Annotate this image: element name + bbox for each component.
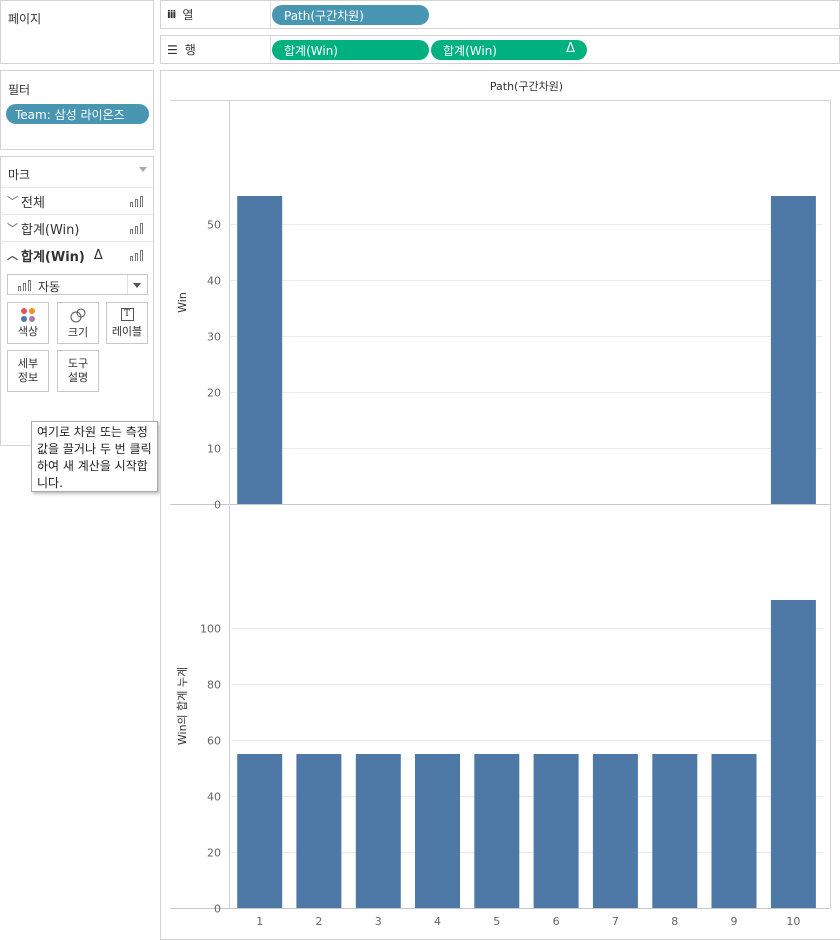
shelf-divider xyxy=(270,1,271,28)
bar-mark-icon xyxy=(18,280,32,291)
bar-mark-icon xyxy=(130,196,144,207)
y-tick-label: 50 xyxy=(207,219,221,232)
columns-shelf-label-area: iii 열 xyxy=(167,1,193,28)
marks-row-label: 합계(Win) xyxy=(21,222,80,238)
y-tick-label: 80 xyxy=(207,679,221,692)
bar xyxy=(533,754,579,908)
chevron-down-icon: ﹀ xyxy=(7,222,18,235)
row-pill-sum-win[interactable]: 합계(Win) xyxy=(272,40,429,60)
x-tick-label: 8 xyxy=(671,915,678,928)
bar xyxy=(474,754,520,908)
marks-card[interactable]: 마크 ﹀ 전체 ﹀ 합계(Win) ︿ 합계(Win) Δ 자동 색상 크기 T… xyxy=(0,156,154,446)
bar xyxy=(652,754,698,908)
size-button-label: 크기 xyxy=(67,325,89,339)
view-area[interactable]: Path(구간차원) 1 2 3 4 5 6 7 8 9 10 0 10 20 30 40 50 Win 0 20… xyxy=(160,70,840,940)
y-tick-label: 100 xyxy=(200,623,221,636)
x-tick-label: 6 xyxy=(553,915,560,928)
tooltip-text: 여기로 차원 또는 측정값을 끌거나 두 번 클릭하여 새 계산을 시작합니다. xyxy=(37,425,152,490)
chart-canvas: Path(구간차원) 1 2 3 4 5 6 7 8 9 10 0 10 20 30 40 50 Win 0 20… xyxy=(170,80,831,928)
bar-mark-icon xyxy=(130,223,144,234)
marks-card-menu-icon[interactable] xyxy=(139,167,147,172)
column-pill-path[interactable]: Path(구간차원) xyxy=(272,5,429,25)
marks-row-sum-win-calc[interactable]: ︿ 합계(Win) Δ xyxy=(1,241,153,268)
filters-card-title: 필터 xyxy=(8,83,31,97)
tooltip-button-label: 도구 설명 xyxy=(67,357,89,384)
row-pill-sum-win-table-calc[interactable]: 합계(Win) Δ xyxy=(431,40,587,60)
mark-type-dropdown[interactable]: 자동 xyxy=(7,274,148,295)
x-tick-label: 4 xyxy=(434,915,441,928)
filter-pill-label: Team: 삼성 라이온즈 xyxy=(15,107,125,122)
table-calc-delta-icon: Δ xyxy=(566,41,575,56)
y-tick-label: 0 xyxy=(214,903,221,916)
x-tick-label: 2 xyxy=(315,915,322,928)
bar xyxy=(355,754,401,908)
x-tick-label: 3 xyxy=(375,915,382,928)
y-tick-label: 40 xyxy=(207,791,221,804)
rows-shelf-label: 행 xyxy=(184,43,196,57)
y-axis-title: Win의 합계 누계 xyxy=(176,667,189,745)
row-pill-label: 합계(Win) xyxy=(284,43,338,58)
color-dots-icon xyxy=(21,307,35,322)
columns-icon: iii xyxy=(167,8,176,21)
pages-card[interactable]: 페이지 xyxy=(0,0,154,64)
row-pill-label: 합계(Win) xyxy=(443,43,497,58)
pages-card-title: 페이지 xyxy=(8,12,42,26)
marks-row-label: 전체 xyxy=(21,195,45,211)
y-tick-label: 40 xyxy=(207,275,221,288)
dropdown-divider xyxy=(127,275,128,294)
drop-hint-tooltip: 여기로 차원 또는 측정값을 끌거나 두 번 클릭하여 새 계산을 시작합니다. xyxy=(31,421,158,492)
chevron-down-icon: ﹀ xyxy=(7,195,18,208)
y-tick-label: 20 xyxy=(207,387,221,400)
marks-row-sum-win[interactable]: ﹀ 합계(Win) xyxy=(1,214,153,241)
bar xyxy=(592,754,638,908)
y-tick-label: 0 xyxy=(214,499,221,512)
color-button-label: 색상 xyxy=(17,324,39,338)
label-button[interactable]: T 레이블 xyxy=(106,302,148,344)
shelf-divider xyxy=(270,36,271,63)
tooltip-button[interactable]: 도구 설명 xyxy=(57,350,99,392)
y-tick-label: 30 xyxy=(207,331,221,344)
dropdown-arrow-icon xyxy=(133,283,141,288)
x-tick-label: 1 xyxy=(256,915,263,928)
y-tick-label: 60 xyxy=(207,735,221,748)
bar xyxy=(770,600,816,908)
y-axis-title: Win xyxy=(176,292,189,313)
size-button[interactable]: 크기 xyxy=(57,302,99,344)
label-t-icon: T xyxy=(120,307,134,321)
size-circles-icon xyxy=(70,308,86,322)
detail-button-label: 세부 정보 xyxy=(17,357,39,384)
x-tick-label: 9 xyxy=(731,915,738,928)
color-button[interactable]: 색상 xyxy=(7,302,49,344)
bar xyxy=(237,754,283,908)
rows-shelf[interactable]: ☰ 행 합계(Win) 합계(Win) Δ xyxy=(160,35,840,64)
filter-pill-team[interactable]: Team: 삼성 라이온즈 xyxy=(6,104,149,124)
column-header-path: Path(구간차원) xyxy=(490,80,563,93)
bar xyxy=(711,754,757,908)
bar xyxy=(296,754,342,908)
table-calc-delta-icon: Δ xyxy=(93,247,103,263)
marks-row-label: 합계(Win) xyxy=(21,249,85,265)
bar-mark-icon xyxy=(130,250,144,261)
columns-shelf-label: 열 xyxy=(182,8,194,22)
marks-card-title: 마크 xyxy=(8,168,31,182)
y-tick-label: 10 xyxy=(207,443,221,456)
y-tick-label: 20 xyxy=(207,847,221,860)
chevron-up-icon: ︿ xyxy=(7,249,18,262)
marks-row-all[interactable]: ﹀ 전체 xyxy=(1,187,153,214)
x-tick-label: 5 xyxy=(493,915,500,928)
mark-type-label: 자동 xyxy=(38,280,61,294)
detail-button[interactable]: 세부 정보 xyxy=(7,350,49,392)
bar xyxy=(415,754,460,908)
rows-icon: ☰ xyxy=(167,42,178,57)
bar xyxy=(770,196,816,504)
x-tick-label: 10 xyxy=(786,915,800,928)
x-tick-label: 7 xyxy=(612,915,619,928)
rows-shelf-label-area: ☰ 행 xyxy=(167,36,196,63)
column-pill-label: Path(구간차원) xyxy=(284,8,364,23)
bar xyxy=(237,196,283,504)
label-button-label: 레이블 xyxy=(111,324,143,338)
filters-card[interactable]: 필터 Team: 삼성 라이온즈 xyxy=(0,70,154,150)
columns-shelf[interactable]: iii 열 Path(구간차원) xyxy=(160,0,840,29)
